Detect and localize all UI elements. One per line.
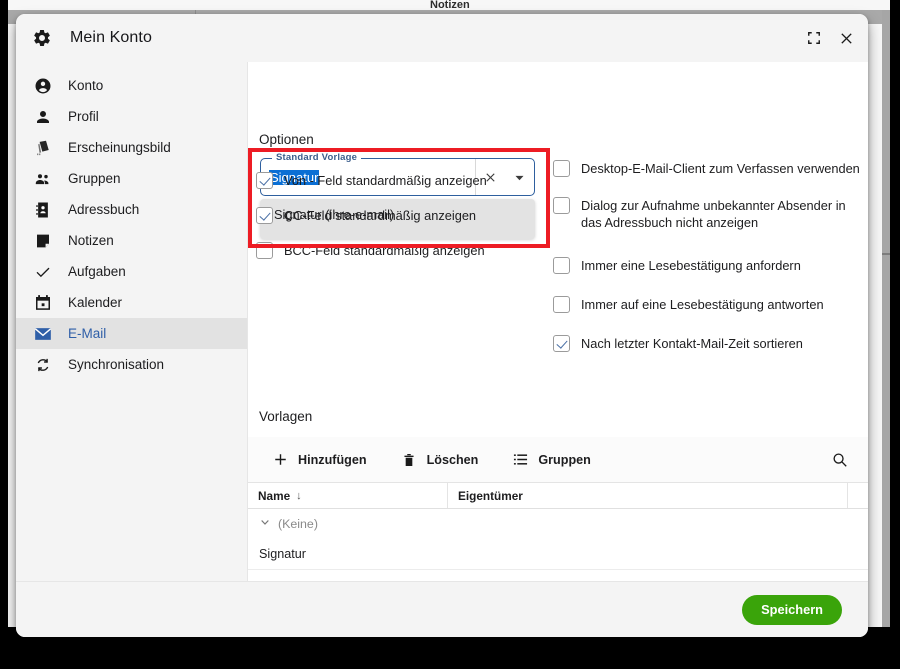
sort-descending-icon: ↓: [296, 489, 302, 502]
checkbox-label: Immer eine Lesebestätigung anfordern: [581, 258, 801, 273]
checkbox-box[interactable]: [553, 160, 570, 177]
checkbox-box[interactable]: [553, 257, 570, 274]
background-scrollbar-thumb[interactable]: [882, 253, 890, 255]
close-icon[interactable]: [838, 30, 854, 46]
checkbox-box[interactable]: [553, 335, 570, 352]
add-button[interactable]: Hinzufügen: [272, 451, 367, 468]
checkbox-label: Desktop-E-Mail-Client zum Verfassen verw…: [581, 161, 860, 176]
checkbox-desktop-client[interactable]: Desktop-E-Mail-Client zum Verfassen verw…: [553, 160, 863, 177]
gear-icon: [32, 28, 52, 48]
mein-konto-dialog: Mein Konto Konto Profil Erscheinungsbild…: [16, 14, 868, 637]
appearance-icon: [33, 138, 53, 158]
table-cell-name: Signatur: [259, 546, 306, 561]
checkbox-label: Dialog zur Aufnahme unbekannter Absender…: [581, 198, 846, 230]
sidebar-item-label: Kalender: [68, 295, 123, 310]
templates-table: Name ↓ Eigentümer (Keine) Signatur: [248, 483, 868, 570]
sidebar-item-label: Synchronisation: [68, 357, 165, 372]
person-icon: [33, 107, 53, 127]
sidebar-item-label: Profil: [68, 109, 99, 124]
sidebar-item-label: Adressbuch: [68, 202, 140, 217]
sync-icon: [37, 358, 49, 371]
list-icon: [512, 451, 529, 468]
account-circle-icon: [33, 76, 53, 96]
background-scrollbar[interactable]: [882, 10, 890, 627]
column-header-eigentuemer[interactable]: Eigentümer: [448, 483, 848, 508]
sidebar-item-kalender[interactable]: Kalender: [16, 287, 247, 318]
table-group-row[interactable]: (Keine): [248, 509, 868, 538]
checkbox-lesebestaetigung-antworten[interactable]: Immer auf eine Lesebestätigung antworten: [553, 296, 863, 313]
checkbox-label: Nach letzter Kontakt-Mail-Zeit sortieren: [581, 336, 803, 351]
contacts-book-icon: [33, 200, 53, 220]
sidebar-item-label: Konto: [68, 78, 104, 93]
checkbox-label: BCC-Feld standardmäßig anzeigen: [284, 243, 485, 258]
add-button-label: Hinzufügen: [298, 452, 367, 467]
group-icon: [33, 169, 53, 189]
checkbox-box[interactable]: [256, 172, 273, 189]
maximize-icon[interactable]: [806, 30, 822, 46]
table-group-label: (Keine): [278, 516, 318, 531]
plus-icon: [272, 451, 289, 468]
checkbox-box[interactable]: [256, 207, 273, 224]
settings-sidebar: Konto Profil Erscheinungsbild Gruppen Ad…: [16, 62, 248, 581]
column-header-name[interactable]: Name ↓: [248, 483, 448, 508]
dialog-footer: Speichern: [16, 581, 868, 637]
sidebar-item-adressbuch[interactable]: Adressbuch: [16, 194, 247, 225]
sidebar-item-label: Gruppen: [68, 171, 121, 186]
pagination-bar: |< ‹ Seite 1 von 1 › >| Zeige Einträge 1…: [248, 575, 868, 581]
column-header-label: Eigentümer: [458, 488, 523, 503]
column-header-label: Name: [258, 488, 291, 503]
checkbox-cc-feld[interactable]: CC-Feld standardmäßig anzeigen: [256, 207, 556, 224]
delete-button[interactable]: Löschen: [401, 451, 479, 468]
checkbox-von-feld[interactable]: Von - Feld standardmäßig anzeigen: [256, 172, 556, 189]
trash-icon: [401, 451, 418, 468]
checkbox-unbekannte-absender[interactable]: Dialog zur Aufnahme unbekannter Absender…: [553, 197, 863, 231]
sidebar-item-label: Notizen: [68, 233, 114, 248]
sidebar-item-label: E-Mail: [68, 326, 107, 341]
sidebar-item-email[interactable]: E-Mail: [16, 318, 247, 349]
dialog-title: Mein Konto: [70, 29, 152, 46]
dialog-header: Mein Konto: [16, 14, 868, 62]
sidebar-item-gruppen[interactable]: Gruppen: [16, 163, 247, 194]
vorlagen-heading: Vorlagen: [259, 409, 313, 424]
email-settings-pane: Optionen Standard Vorlage Signatur Signa…: [248, 62, 868, 581]
options-left-column: Von - Feld standardmäßig anzeigen CC-Fel…: [256, 172, 556, 277]
table-row[interactable]: Signatur: [248, 538, 868, 570]
optionen-heading: Optionen: [259, 132, 314, 147]
sidebar-item-synchronisation[interactable]: Synchronisation: [16, 349, 247, 380]
templates-toolbar: Hinzufügen Löschen Gruppen: [248, 437, 868, 483]
dialog-body: Konto Profil Erscheinungsbild Gruppen Ad…: [16, 62, 868, 581]
table-header-row: Name ↓ Eigentümer: [248, 483, 868, 509]
options-right-column: Desktop-E-Mail-Client zum Verfassen verw…: [553, 160, 863, 370]
sidebar-item-profil[interactable]: Profil: [16, 101, 247, 132]
sidebar-item-label: Aufgaben: [68, 264, 126, 279]
checkbox-label: Immer auf eine Lesebestätigung antworten: [581, 297, 824, 312]
search-icon[interactable]: [830, 450, 850, 470]
sidebar-item-erscheinungsbild[interactable]: Erscheinungsbild: [16, 132, 247, 163]
mail-icon: [34, 327, 52, 340]
checkbox-box[interactable]: [553, 296, 570, 313]
window-controls: [806, 30, 854, 46]
column-header-extra[interactable]: [848, 483, 868, 508]
background-tab-label: Notizen: [430, 0, 470, 8]
checkbox-box[interactable]: [256, 242, 273, 259]
save-button[interactable]: Speichern: [742, 594, 842, 625]
chevron-down-icon[interactable]: [260, 517, 270, 530]
checkbox-box[interactable]: [553, 197, 570, 214]
groups-button-label: Gruppen: [538, 452, 591, 467]
checkbox-lesebestaetigung-anfordern[interactable]: Immer eine Lesebestätigung anfordern: [553, 257, 863, 274]
checkbox-bcc-feld[interactable]: BCC-Feld standardmäßig anzeigen: [256, 242, 556, 259]
sidebar-item-label: Erscheinungsbild: [68, 140, 171, 155]
checkbox-label: Von - Feld standardmäßig anzeigen: [284, 173, 487, 188]
sidebar-item-konto[interactable]: Konto: [16, 70, 247, 101]
sidebar-item-notizen[interactable]: Notizen: [16, 225, 247, 256]
checkbox-label: CC-Feld standardmäßig anzeigen: [284, 208, 477, 223]
calendar-icon: [36, 294, 50, 310]
sidebar-item-aufgaben[interactable]: Aufgaben: [16, 256, 247, 287]
delete-button-label: Löschen: [426, 452, 479, 467]
checkbox-kontakt-mail-zeit[interactable]: Nach letzter Kontakt-Mail-Zeit sortieren: [553, 335, 863, 352]
note-icon: [33, 231, 53, 251]
check-icon: [33, 262, 53, 282]
standard-vorlage-legend: Standard Vorlage: [272, 152, 362, 163]
groups-button[interactable]: Gruppen: [512, 451, 591, 468]
